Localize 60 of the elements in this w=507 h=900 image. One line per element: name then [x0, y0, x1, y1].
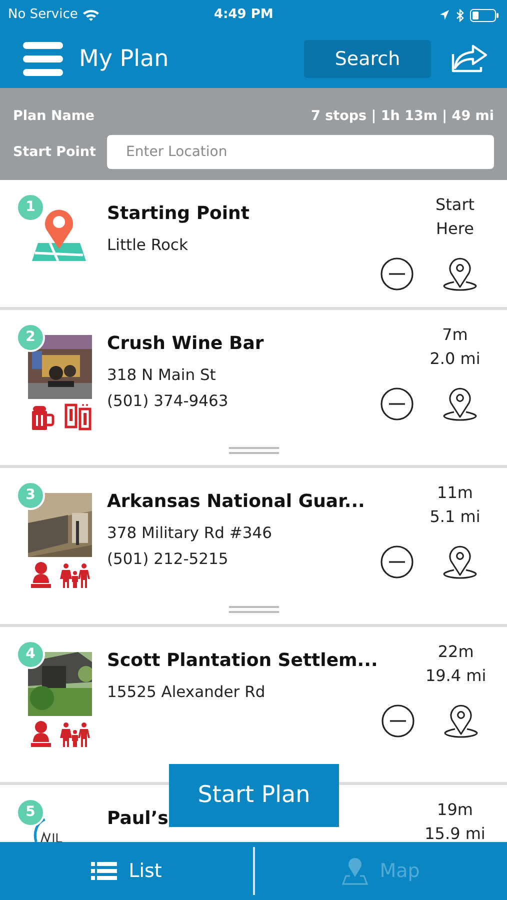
travel-time: 7m	[442, 324, 468, 346]
drag-handle-icon[interactable]	[229, 606, 279, 613]
stop-name[interactable]: Crush Wine Bar	[107, 330, 264, 357]
remove-icon[interactable]	[380, 545, 414, 579]
family-icon	[60, 563, 90, 589]
location-pin-icon[interactable]	[442, 545, 478, 579]
beer-mug-icon	[30, 405, 56, 431]
travel-time: 22m	[438, 641, 474, 663]
bust-icon	[30, 561, 52, 589]
location-arrow-icon	[439, 9, 450, 21]
list-icon	[90, 861, 117, 881]
remove-icon[interactable]	[380, 704, 415, 738]
status-time: 4:49 PM	[214, 6, 274, 24]
travel-time: 19m	[437, 799, 473, 821]
start-point-label: Start Point	[13, 143, 97, 162]
battery-icon	[470, 8, 499, 22]
city-text: Little Rock	[107, 235, 189, 256]
stop-name[interactable]: Arkansas National Guar...	[107, 488, 365, 515]
number-badge: 2	[16, 323, 45, 352]
start-plan-button[interactable]: Start Plan	[169, 764, 339, 827]
family-icon	[60, 722, 90, 748]
address-text: 15525 Alexander Rd	[107, 682, 266, 703]
travel-distance: Here	[436, 218, 474, 240]
travel-distance: 5.1 mi	[430, 506, 480, 528]
list-tab[interactable]: List	[0, 842, 252, 900]
travel-distance: 19.4 mi	[425, 665, 486, 687]
phone-text: (501) 212-5215	[107, 549, 230, 570]
drink-glasses-icon	[64, 403, 92, 431]
travel-time: 11m	[437, 482, 473, 504]
map-pin-icon	[342, 857, 368, 885]
number-badge: 4	[16, 640, 45, 669]
share-icon[interactable]	[451, 44, 489, 74]
stop-name[interactable]: Starting Point	[107, 200, 250, 227]
travel-time: Start	[435, 194, 475, 216]
number-badge: 1	[16, 193, 45, 222]
plan-summary: 7 stops | 1h 13m | 49 mi	[311, 107, 494, 126]
address-text: 378 Military Rd #346	[107, 523, 273, 544]
menu-icon[interactable]	[23, 41, 63, 77]
plan-name-label: Plan Name	[13, 107, 95, 126]
bluetooth-icon	[456, 8, 464, 22]
travel-distance: 15.9 mi	[424, 823, 486, 842]
travel-distance: 2.0 mi	[430, 348, 480, 370]
location-field[interactable]: Enter Location	[107, 135, 494, 170]
location-pin-icon[interactable]	[442, 387, 478, 421]
page-title: My Plan	[79, 44, 169, 74]
phone-text: (501) 374-9463	[107, 391, 230, 412]
location-pin-icon[interactable]	[442, 257, 478, 291]
address-text: 318 N Main St	[107, 365, 217, 386]
remove-icon[interactable]	[380, 257, 414, 291]
stop-name[interactable]: Paul’s	[107, 805, 168, 832]
drag-handle-icon[interactable]	[229, 447, 279, 454]
carrier-text: No Service	[8, 6, 78, 24]
remove-icon[interactable]	[380, 387, 414, 421]
number-badge: 5	[16, 798, 45, 827]
search-button[interactable]: Search	[304, 40, 431, 78]
location-pin-icon[interactable]	[442, 704, 479, 738]
stop-name[interactable]: Scott Plantation Settlem...	[107, 647, 378, 674]
wifi-icon	[82, 8, 100, 22]
bust-icon	[30, 720, 52, 748]
number-badge: 3	[16, 481, 45, 510]
